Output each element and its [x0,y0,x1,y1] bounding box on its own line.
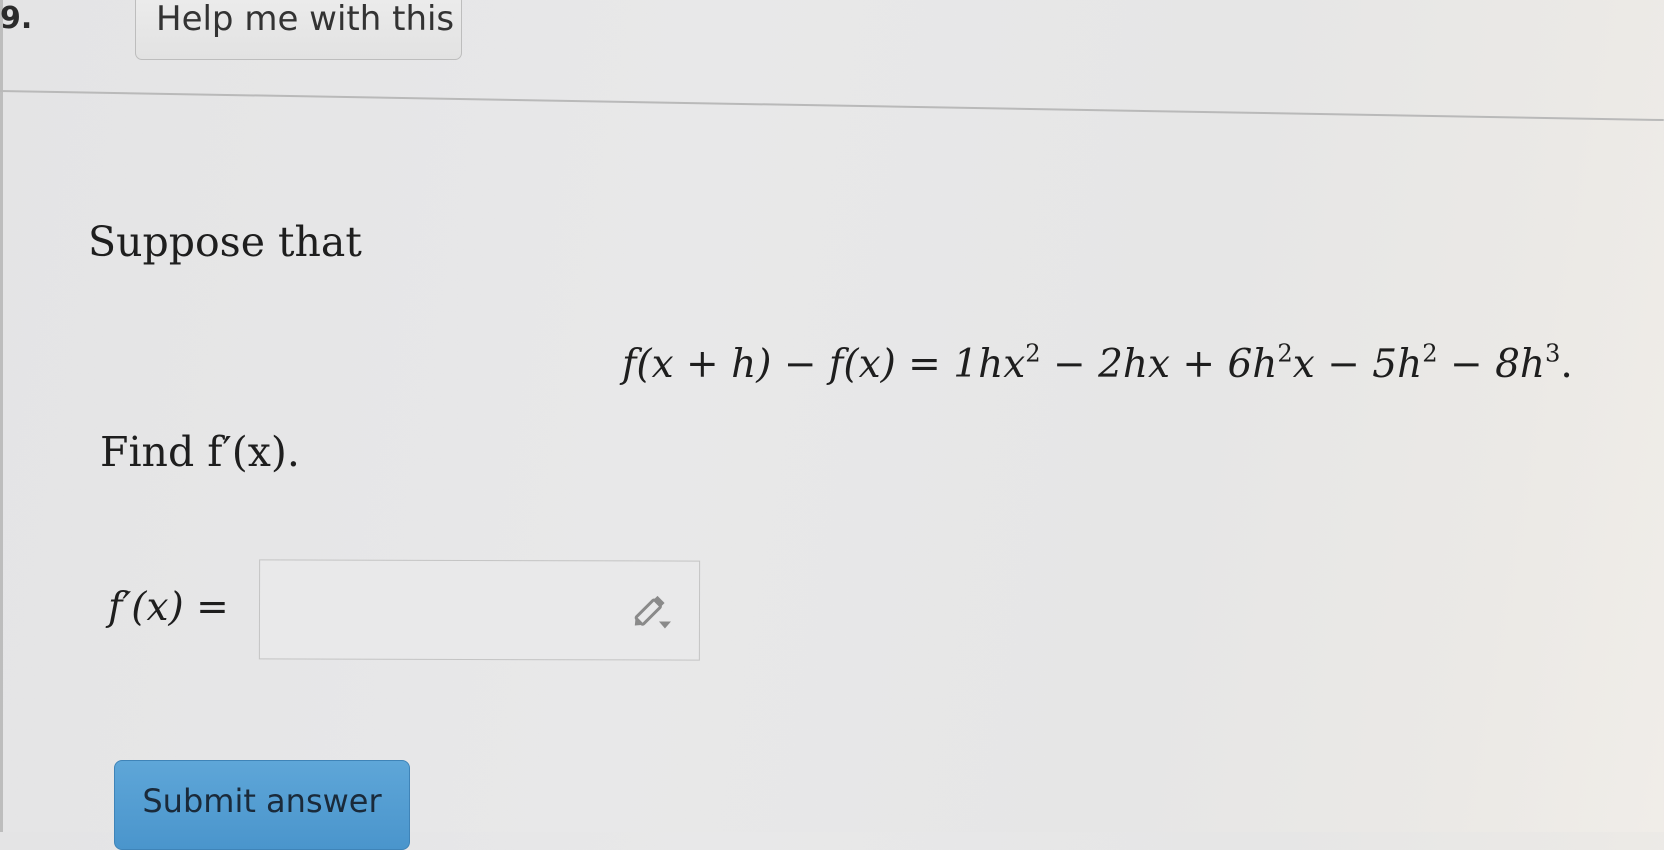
answer-label: f′(x) = [108,585,229,630]
equation: f(x + h) − f(x) = 1hx2 − 2hx + 6h2x − 5h… [622,339,1573,387]
equation-exponent: 2 [1025,339,1041,368]
equation-exponent: 2 [1277,339,1293,368]
section-divider [0,90,1664,122]
equation-lhs: f(x + h) − f(x) = [622,342,954,387]
equation-term: x − 5h [1292,342,1423,387]
page-left-edge [0,0,3,832]
answer-box[interactable] [258,559,701,661]
question-number: 9. [0,1,33,36]
answer-label-text: f′(x) = [108,585,229,630]
equation-period: . [1560,342,1573,387]
find-instruction: Find f′(x). [100,428,300,476]
equation-exponent: 3 [1545,339,1561,368]
equation-term: − 8h [1437,342,1545,387]
equation-term: − 2hx + 6h [1040,342,1278,387]
submit-answer-button[interactable]: Submit answer [114,760,410,850]
help-me-button[interactable]: Help me with this [135,0,462,60]
pencil-icon[interactable] [629,591,675,631]
equation-exponent: 2 [1422,339,1438,368]
prompt-text: Suppose that [88,218,362,266]
equation-term: 1hx [953,342,1026,387]
